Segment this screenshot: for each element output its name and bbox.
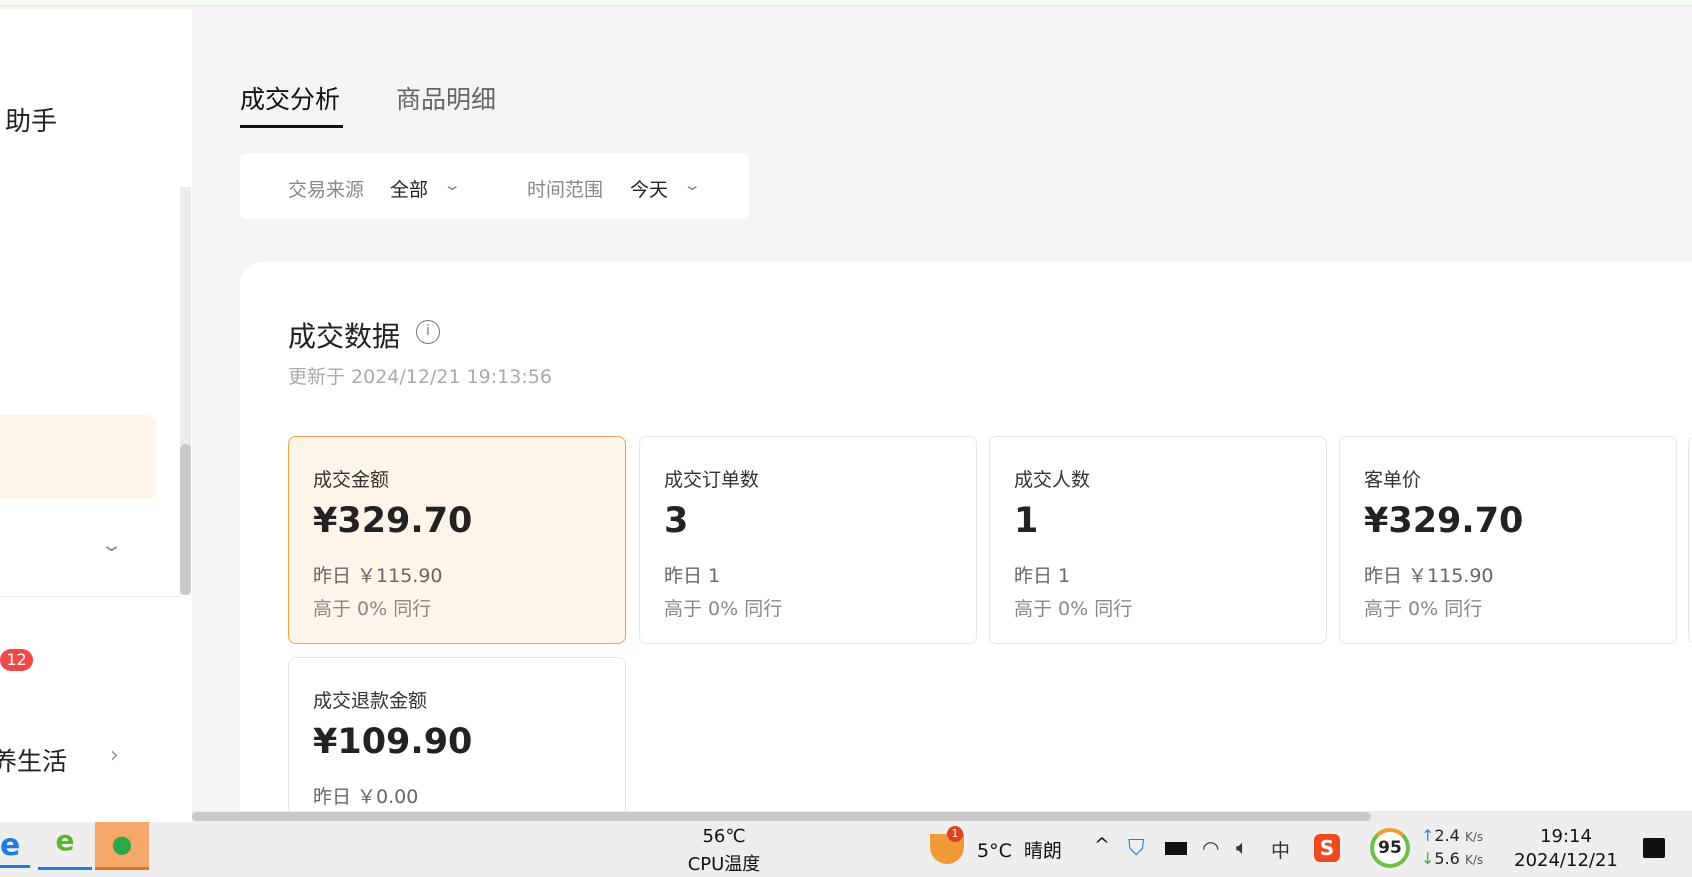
- chevron-down-icon[interactable]: ⌄: [100, 535, 123, 556]
- active-tab-indicator: [240, 125, 343, 128]
- sidebar-item-selected[interactable]: [0, 415, 156, 499]
- ime-indicator[interactable]: 中: [1271, 836, 1290, 863]
- chevron-down-icon[interactable]: ⌄: [443, 176, 462, 194]
- tab-deal-analysis[interactable]: 成交分析: [240, 80, 340, 116]
- notification-center-icon[interactable]: [1643, 838, 1665, 858]
- metric-compare: 高于 0% 同行: [664, 598, 783, 620]
- chevron-right-icon[interactable]: ›: [110, 743, 119, 768]
- unread-badge: 12: [0, 649, 33, 671]
- chevron-down-icon[interactable]: ⌄: [683, 176, 702, 194]
- sidebar-scrollbar-thumb[interactable]: [180, 444, 191, 595]
- speed-unit: K/s: [1464, 853, 1484, 867]
- metric-card-amount[interactable]: 成交金额 ¥329.70 昨日 ￥115.90 高于 0% 同行: [288, 436, 626, 644]
- metric-value: 3: [664, 501, 689, 541]
- clock-date[interactable]: 2024/12/21: [1506, 850, 1626, 871]
- source-filter-label: 交易来源: [288, 179, 365, 201]
- metric-yesterday: 昨日 ￥115.90: [313, 565, 443, 587]
- security-shield-icon[interactable]: ⛉: [1128, 836, 1145, 861]
- metric-value: ¥329.70: [313, 501, 473, 541]
- weather-text[interactable]: 5°C 晴朗: [977, 836, 1062, 863]
- metric-yesterday: 昨日 1: [664, 565, 721, 587]
- metric-value: ¥329.70: [1364, 501, 1524, 541]
- clock-time[interactable]: 19:14: [1506, 826, 1626, 847]
- metric-value: ¥109.90: [313, 722, 473, 762]
- download-speed: ↓5.6 K/s: [1421, 849, 1484, 868]
- horizontal-scrollbar-thumb[interactable]: [192, 812, 1371, 821]
- metric-yesterday: 昨日 ￥0.00: [313, 786, 419, 808]
- metric-yesterday: 昨日 1: [1014, 565, 1071, 587]
- speed-unit: K/s: [1464, 830, 1484, 844]
- updated-time: 更新于 2024/12/21 19:13:56: [288, 366, 552, 388]
- metric-label: 成交人数: [1014, 469, 1091, 491]
- system-score-badge[interactable]: 95: [1370, 828, 1410, 868]
- metric-label: 成交订单数: [664, 469, 760, 491]
- download-value: 5.6: [1434, 849, 1460, 868]
- cpu-temp: 56℃: [702, 826, 746, 847]
- edge-browser-icon[interactable]: e: [0, 828, 30, 868]
- source-filter-select[interactable]: 全部: [390, 175, 428, 202]
- show-hidden-icons[interactable]: ^: [1094, 834, 1110, 856]
- cpu-temp-label: CPU温度: [687, 854, 761, 875]
- metric-card-buyers[interactable]: 成交人数 1 昨日 1 高于 0% 同行: [989, 436, 1327, 644]
- upload-speed: ↑2.4 K/s: [1421, 826, 1484, 845]
- wechat-icon[interactable]: ●: [95, 822, 149, 870]
- metric-compare: 高于 0% 同行: [1364, 598, 1483, 620]
- volume-icon[interactable]: 🔈︎: [1236, 835, 1248, 859]
- metric-card-avg-price[interactable]: 客单价 ¥329.70 昨日 ￥115.90 高于 0% 同行: [1339, 436, 1677, 644]
- taskbar: e e ● 56℃ CPU温度 1 5°C 晴朗 ^ ⛉ ◠ 🔈︎ 中 S 95…: [0, 822, 1692, 877]
- sidebar-title: 助手: [5, 107, 58, 137]
- info-icon[interactable]: i: [416, 320, 440, 344]
- metric-label: 客单价: [1364, 469, 1422, 491]
- window-top-border: [0, 0, 1692, 7]
- battery-icon[interactable]: [1165, 842, 1187, 855]
- wifi-icon[interactable]: ◠: [1202, 836, 1219, 860]
- metric-value: 1: [1014, 501, 1039, 541]
- tab-product-detail[interactable]: 商品明细: [396, 80, 496, 116]
- upload-value: 2.4: [1434, 826, 1460, 845]
- metric-card-partial[interactable]: [1688, 436, 1692, 644]
- weather-badge: 1: [947, 826, 963, 842]
- metric-card-orders[interactable]: 成交订单数 3 昨日 1 高于 0% 同行: [639, 436, 977, 644]
- metric-compare: 高于 0% 同行: [313, 598, 432, 620]
- section-title: 成交数据: [288, 320, 401, 353]
- ie-browser-icon[interactable]: e: [38, 824, 92, 870]
- metric-yesterday: 昨日 ￥115.90: [1364, 565, 1494, 587]
- sidebar-divider: [0, 596, 180, 597]
- time-filter-label: 时间范围: [527, 179, 604, 201]
- metric-compare: 高于 0% 同行: [1014, 598, 1133, 620]
- time-filter-select[interactable]: 今天: [630, 175, 668, 202]
- sogou-ime-icon[interactable]: S: [1314, 834, 1340, 862]
- metric-label: 成交退款金额: [313, 690, 428, 712]
- sidebar: 助手 ⌄ 12 养生活 ›: [0, 9, 192, 822]
- metric-label: 成交金额: [313, 469, 390, 491]
- sidebar-item-label[interactable]: 养生活: [0, 742, 67, 778]
